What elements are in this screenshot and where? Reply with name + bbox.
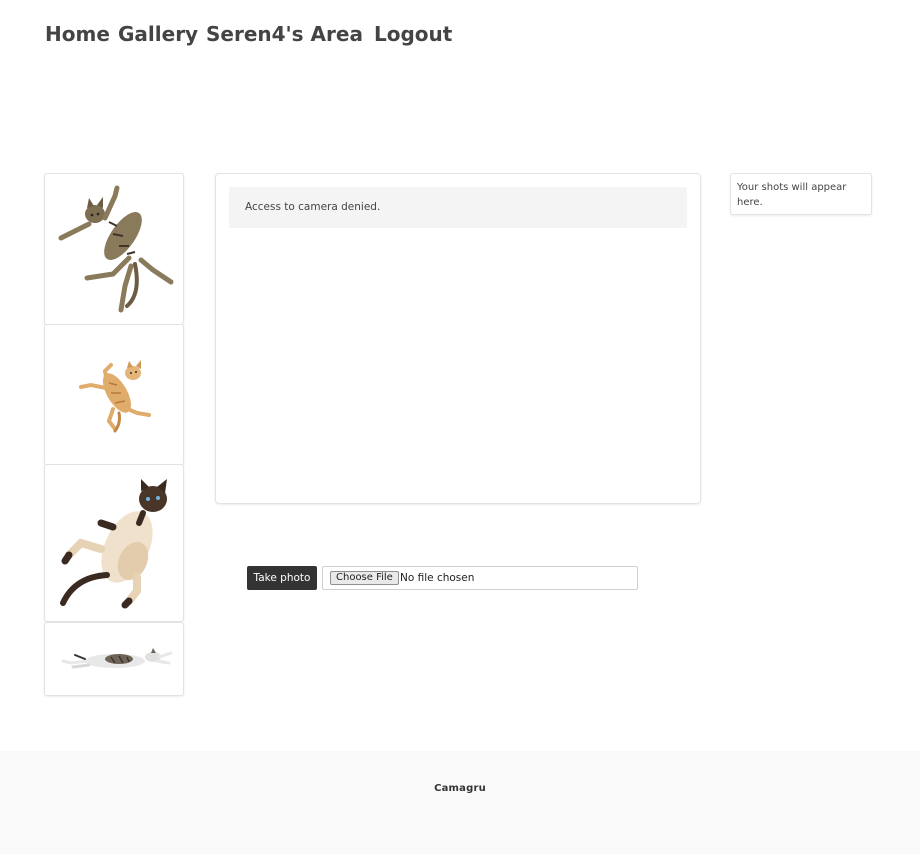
page: Home Gallery Seren4's Area Logout Access…: [0, 0, 920, 854]
calico-cat-image: [61, 648, 173, 669]
shots-panel: Your shots will appear here.: [730, 173, 872, 215]
file-status-text: No file chosen: [400, 572, 475, 584]
file-upload-field[interactable]: Choose File No file chosen: [322, 566, 638, 590]
shots-placeholder: Your shots will appear here.: [737, 182, 847, 208]
sticker-orange-cat[interactable]: [44, 324, 184, 465]
footer-brand: Camagru: [434, 783, 486, 794]
nav-user-area-link[interactable]: Seren4's Area: [206, 22, 363, 46]
camera-panel: Access to camera denied.: [215, 173, 701, 504]
nav-home-link[interactable]: Home: [45, 22, 110, 46]
orange-cat-image: [79, 360, 151, 433]
take-photo-button[interactable]: Take photo: [247, 566, 317, 590]
nav-gallery-link[interactable]: Gallery: [118, 22, 198, 46]
footer: Camagru: [0, 751, 920, 854]
siamese-cat-image: [60, 479, 167, 609]
sticker-tabby-cat[interactable]: [44, 173, 184, 325]
choose-file-button[interactable]: Choose File: [330, 571, 399, 585]
camera-status-message: Access to camera denied.: [229, 187, 687, 228]
tabby-cat-image: [58, 185, 174, 313]
sticker-calico-cat[interactable]: [44, 622, 184, 696]
nav-logout-link[interactable]: Logout: [374, 22, 452, 46]
sticker-siamese-cat[interactable]: [44, 464, 184, 622]
